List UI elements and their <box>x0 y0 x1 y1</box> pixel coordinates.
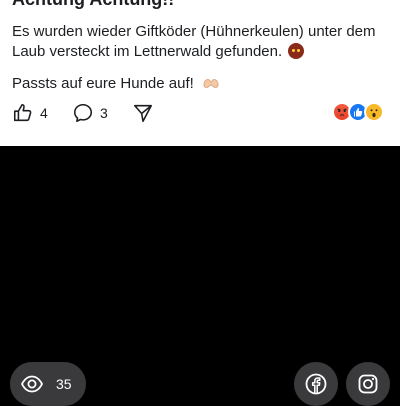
instagram-icon <box>358 374 378 394</box>
heart-hands-emoji-icon <box>203 79 219 88</box>
eye-icon <box>20 375 44 393</box>
views-count: 35 <box>56 376 72 392</box>
facebook-icon <box>305 373 327 395</box>
comment-count: 3 <box>100 105 108 121</box>
reaction-summary[interactable] <box>332 102 388 122</box>
post-paragraph-2-text: Passts auf eure Hunde auf! <box>12 75 194 92</box>
thumbs-up-icon <box>13 103 32 122</box>
post-card: Achtung Achtung!! Es wurden wieder Giftk… <box>0 0 400 146</box>
post-paragraph-1-text: Es wurden wieder Giftköder (Hühnerkeulen… <box>12 23 376 60</box>
share-icon <box>133 104 153 123</box>
comment-button[interactable]: 3 <box>72 102 108 124</box>
comment-bubble-icon <box>73 103 93 123</box>
like-count: 4 <box>40 105 48 121</box>
post-heading: Achtung Achtung!! <box>12 0 174 10</box>
like-button[interactable]: 4 <box>12 102 48 124</box>
share-button[interactable] <box>132 102 154 124</box>
facebook-share-button[interactable] <box>294 362 338 406</box>
angry-face-emoji-icon <box>288 43 305 59</box>
post-paragraph-1: Es wurden wieder Giftköder (Hühnerkeulen… <box>12 22 390 62</box>
post-paragraph-2: Passts auf eure Hunde auf! <box>12 74 390 94</box>
views-indicator[interactable]: 35 <box>10 362 86 406</box>
instagram-share-button[interactable] <box>346 362 390 406</box>
wow-reaction-icon <box>364 102 384 122</box>
